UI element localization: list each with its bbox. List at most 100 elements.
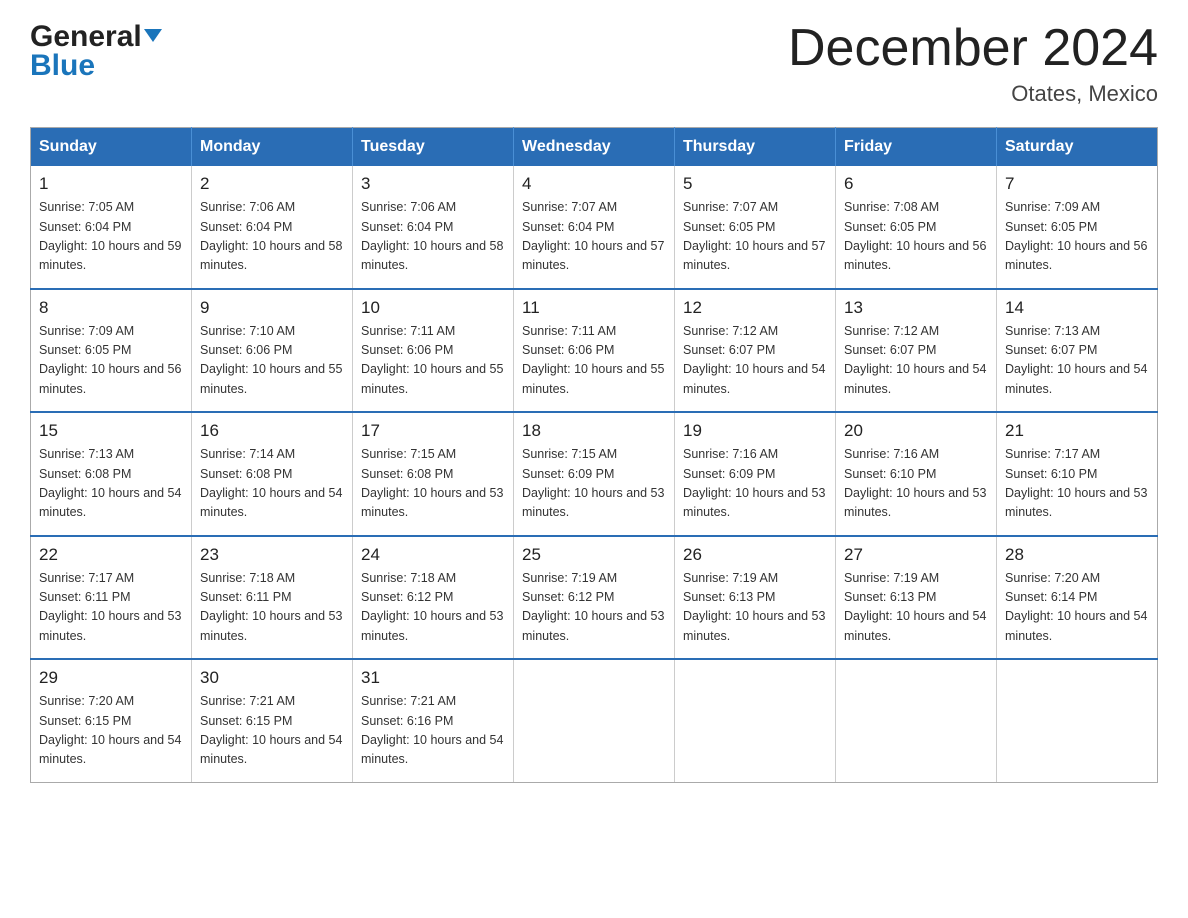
calendar-cell: 24 Sunrise: 7:18 AMSunset: 6:12 PMDayligh… [353,536,514,660]
day-info: Sunrise: 7:10 AMSunset: 6:06 PMDaylight:… [200,322,344,400]
calendar-week-row: 22Sunrise: 7:17 AMSunset: 6:11 PMDayligh… [31,536,1158,660]
day-info: Sunrise: 7:07 AMSunset: 6:04 PMDaylight:… [522,198,666,276]
day-info: Sunrise: 7:20 AMSunset: 6:14 PMDaylight:… [1005,569,1149,647]
calendar-cell: 10Sunrise: 7:11 AMSunset: 6:06 PMDayligh… [353,289,514,413]
day-number: 8 [39,298,183,318]
day-number: 7 [1005,174,1149,194]
day-info: Sunrise: 7:19 AMSunset: 6:13 PMDaylight:… [844,569,988,647]
day-number: 2 [200,174,344,194]
day-info: Sunrise: 7:16 AMSunset: 6:09 PMDaylight:… [683,445,827,523]
calendar-cell: 29 Sunrise: 7:20 AMSunset: 6:15 PMDayligh… [31,659,192,782]
day-info: Sunrise: 7:18 AMSunset: 6:11 PMDaylight:… [200,569,344,647]
col-saturday: Saturday [997,128,1158,167]
calendar-week-row: 29 Sunrise: 7:20 AMSunset: 6:15 PMDayligh… [31,659,1158,782]
day-info: Sunrise: 7:09 AMSunset: 6:05 PMDaylight:… [1005,198,1149,276]
calendar-cell: 17Sunrise: 7:15 AMSunset: 6:08 PMDayligh… [353,412,514,536]
calendar-cell: 26 Sunrise: 7:19 AMSunset: 6:13 PMDayligh… [675,536,836,660]
logo: General Blue [30,20,162,82]
day-info: Sunrise: 7:05 AMSunset: 6:04 PMDaylight:… [39,198,183,276]
col-sunday: Sunday [31,128,192,167]
calendar-cell: 12Sunrise: 7:12 AMSunset: 6:07 PMDayligh… [675,289,836,413]
day-info: Sunrise: 7:18 AMSunset: 6:12 PMDaylight:… [361,569,505,647]
title-section: December 2024 Otates, Mexico [788,20,1158,107]
calendar-cell: 11 Sunrise: 7:11 AMSunset: 6:06 PMDayligh… [514,289,675,413]
col-friday: Friday [836,128,997,167]
calendar-body: 1Sunrise: 7:05 AMSunset: 6:04 PMDaylight… [31,166,1158,782]
day-number: 25 [522,545,666,565]
calendar-cell: 2 Sunrise: 7:06 AMSunset: 6:04 PMDaylight… [192,166,353,289]
day-number: 9 [200,298,344,318]
calendar-cell: 16 Sunrise: 7:14 AMSunset: 6:08 PMDayligh… [192,412,353,536]
calendar-cell: 7 Sunrise: 7:09 AMSunset: 6:05 PMDaylight… [997,166,1158,289]
day-number: 17 [361,421,505,441]
col-tuesday: Tuesday [353,128,514,167]
day-number: 6 [844,174,988,194]
calendar-cell: 30Sunrise: 7:21 AMSunset: 6:15 PMDayligh… [192,659,353,782]
day-number: 26 [683,545,827,565]
day-number: 11 [522,298,666,318]
day-info: Sunrise: 7:17 AMSunset: 6:10 PMDaylight:… [1005,445,1149,523]
calendar-table: Sunday Monday Tuesday Wednesday Thursday… [30,127,1158,783]
col-wednesday: Wednesday [514,128,675,167]
calendar-cell: 28 Sunrise: 7:20 AMSunset: 6:14 PMDayligh… [997,536,1158,660]
page-header: General Blue December 2024 Otates, Mexic… [30,20,1158,107]
day-info: Sunrise: 7:06 AMSunset: 6:04 PMDaylight:… [361,198,505,276]
day-info: Sunrise: 7:13 AMSunset: 6:08 PMDaylight:… [39,445,183,523]
day-info: Sunrise: 7:09 AMSunset: 6:05 PMDaylight:… [39,322,183,400]
day-info: Sunrise: 7:21 AMSunset: 6:15 PMDaylight:… [200,692,344,770]
day-number: 23 [200,545,344,565]
calendar-header: Sunday Monday Tuesday Wednesday Thursday… [31,128,1158,167]
day-info: Sunrise: 7:16 AMSunset: 6:10 PMDaylight:… [844,445,988,523]
day-number: 31 [361,668,505,688]
day-info: Sunrise: 7:07 AMSunset: 6:05 PMDaylight:… [683,198,827,276]
day-number: 29 [39,668,183,688]
day-number: 16 [200,421,344,441]
calendar-cell: 6 Sunrise: 7:08 AMSunset: 6:05 PMDaylight… [836,166,997,289]
calendar-cell: 4 Sunrise: 7:07 AMSunset: 6:04 PMDaylight… [514,166,675,289]
col-monday: Monday [192,128,353,167]
day-info: Sunrise: 7:08 AMSunset: 6:05 PMDaylight:… [844,198,988,276]
calendar-cell: 31 Sunrise: 7:21 AMSunset: 6:16 PMDayligh… [353,659,514,782]
calendar-cell: 21 Sunrise: 7:17 AMSunset: 6:10 PMDayligh… [997,412,1158,536]
day-number: 28 [1005,545,1149,565]
day-number: 13 [844,298,988,318]
day-info: Sunrise: 7:20 AMSunset: 6:15 PMDaylight:… [39,692,183,770]
day-number: 14 [1005,298,1149,318]
calendar-cell: 19Sunrise: 7:16 AMSunset: 6:09 PMDayligh… [675,412,836,536]
day-number: 20 [844,421,988,441]
month-title: December 2024 [788,20,1158,77]
calendar-cell: 9 Sunrise: 7:10 AMSunset: 6:06 PMDaylight… [192,289,353,413]
calendar-cell [836,659,997,782]
calendar-cell: 5Sunrise: 7:07 AMSunset: 6:05 PMDaylight… [675,166,836,289]
day-info: Sunrise: 7:11 AMSunset: 6:06 PMDaylight:… [522,322,666,400]
calendar-cell: 14Sunrise: 7:13 AMSunset: 6:07 PMDayligh… [997,289,1158,413]
calendar-cell: 20 Sunrise: 7:16 AMSunset: 6:10 PMDayligh… [836,412,997,536]
day-number: 21 [1005,421,1149,441]
calendar-week-row: 15 Sunrise: 7:13 AMSunset: 6:08 PMDayligh… [31,412,1158,536]
day-info: Sunrise: 7:14 AMSunset: 6:08 PMDaylight:… [200,445,344,523]
day-number: 3 [361,174,505,194]
calendar-cell: 13 Sunrise: 7:12 AMSunset: 6:07 PMDayligh… [836,289,997,413]
calendar-week-row: 1Sunrise: 7:05 AMSunset: 6:04 PMDaylight… [31,166,1158,289]
day-number: 15 [39,421,183,441]
day-number: 4 [522,174,666,194]
calendar-cell [675,659,836,782]
day-info: Sunrise: 7:06 AMSunset: 6:04 PMDaylight:… [200,198,344,276]
calendar-cell: 23 Sunrise: 7:18 AMSunset: 6:11 PMDayligh… [192,536,353,660]
day-number: 18 [522,421,666,441]
col-thursday: Thursday [675,128,836,167]
day-number: 24 [361,545,505,565]
day-info: Sunrise: 7:21 AMSunset: 6:16 PMDaylight:… [361,692,505,770]
day-info: Sunrise: 7:12 AMSunset: 6:07 PMDaylight:… [683,322,827,400]
calendar-cell: 8 Sunrise: 7:09 AMSunset: 6:05 PMDaylight… [31,289,192,413]
calendar-cell: 3 Sunrise: 7:06 AMSunset: 6:04 PMDaylight… [353,166,514,289]
logo-triangle-icon [144,29,162,42]
day-info: Sunrise: 7:19 AMSunset: 6:13 PMDaylight:… [683,569,827,647]
calendar-cell: 22Sunrise: 7:17 AMSunset: 6:11 PMDayligh… [31,536,192,660]
day-number: 27 [844,545,988,565]
calendar-cell [997,659,1158,782]
day-info: Sunrise: 7:11 AMSunset: 6:06 PMDaylight:… [361,322,505,400]
day-info: Sunrise: 7:17 AMSunset: 6:11 PMDaylight:… [39,569,183,647]
day-info: Sunrise: 7:12 AMSunset: 6:07 PMDaylight:… [844,322,988,400]
calendar-cell: 25Sunrise: 7:19 AMSunset: 6:12 PMDayligh… [514,536,675,660]
